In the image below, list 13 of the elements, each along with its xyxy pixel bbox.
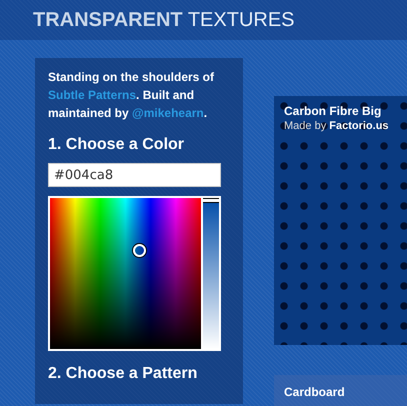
color-picker[interactable] <box>50 198 201 349</box>
picker-marker[interactable] <box>133 244 146 257</box>
intro-text: Standing on the shoulders of Subtle Patterns. Built and maintained by @mikehearn. <box>48 69 215 122</box>
pattern-credit: Made by Factorio.us <box>284 119 390 134</box>
step-heading: 2. Choose a Pattern <box>48 365 198 383</box>
slider-handle[interactable] <box>203 198 219 203</box>
step-heading: 1. Choose a Color <box>48 136 186 154</box>
pattern-name: Cardboard <box>284 385 346 399</box>
pattern-name: Carbon Fibre Big <box>284 104 382 118</box>
pattern-card[interactable]: Cardboard <box>274 375 407 406</box>
lightness-slider[interactable] <box>203 198 219 349</box>
pattern-card[interactable]: Carbon Fibre Big Made by Factorio.us <box>274 96 407 345</box>
color-input[interactable]: #004ca8 <box>48 163 221 187</box>
